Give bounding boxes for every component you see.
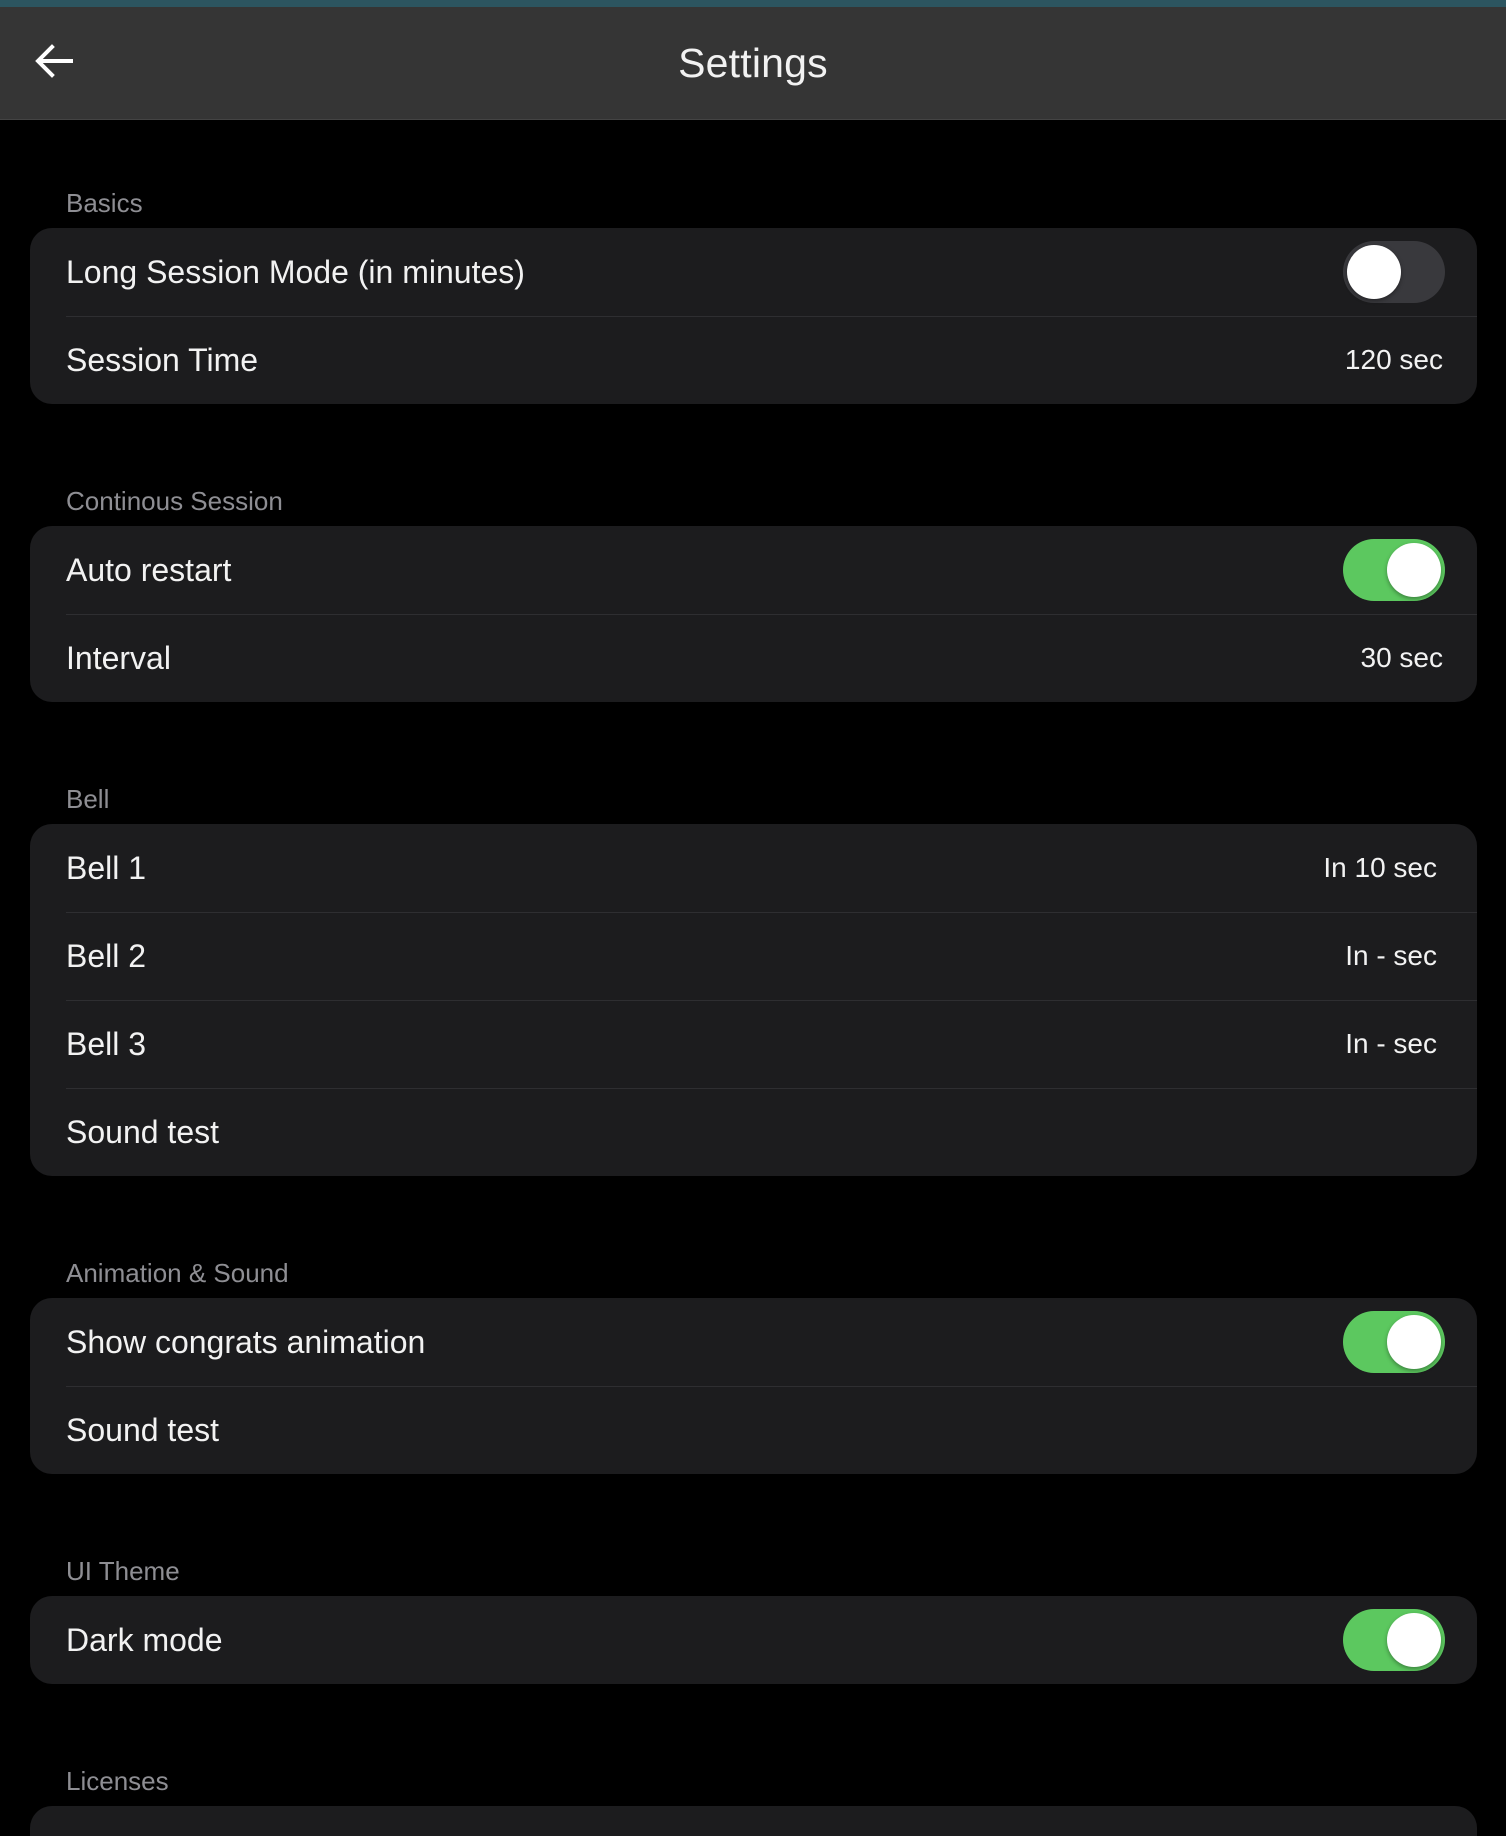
session-time-label: Session Time <box>66 341 259 378</box>
arrow-left-icon <box>35 44 73 78</box>
dark-mode-toggle[interactable] <box>1343 1609 1445 1671</box>
section-label-basics: Basics <box>66 188 143 218</box>
long-session-mode-row[interactable]: Long Session Mode (in minutes) <box>30 228 1477 316</box>
card-basics: Long Session Mode (in minutes) Session T… <box>30 228 1477 404</box>
status-strip <box>0 0 1506 7</box>
bell-1-row[interactable]: Bell 1 In 10 sec <box>30 824 1477 912</box>
toggle-knob <box>1347 245 1401 299</box>
page-title: Settings <box>678 40 828 86</box>
bell-3-row[interactable]: Bell 3 In - sec <box>30 1000 1477 1088</box>
card-bell: Bell 1 In 10 sec Bell 2 In - sec Bell 3 … <box>30 824 1477 1176</box>
card-continuous-session: Auto restart Interval 30 sec <box>30 526 1477 702</box>
toggle-knob <box>1387 1315 1441 1369</box>
auto-restart-row[interactable]: Auto restart <box>30 526 1477 614</box>
session-time-row[interactable]: Session Time 120 sec <box>30 316 1477 404</box>
session-time-value: 120 sec <box>1344 344 1443 375</box>
section-label-ui-theme: UI Theme <box>66 1556 180 1586</box>
card-animation-sound: Show congrats animation Sound test <box>30 1298 1477 1474</box>
long-session-mode-label: Long Session Mode (in minutes) <box>66 253 525 290</box>
auto-restart-label: Auto restart <box>66 551 232 588</box>
dark-mode-label: Dark mode <box>66 1621 223 1658</box>
congrats-animation-toggle[interactable] <box>1343 1311 1445 1373</box>
app-bar: Settings <box>0 7 1506 120</box>
card-ui-theme: Dark mode <box>30 1596 1477 1684</box>
animation-sound-test-label: Sound test <box>66 1411 219 1448</box>
bell-1-value: In 10 sec <box>1323 852 1437 883</box>
interval-row[interactable]: Interval 30 sec <box>30 614 1477 702</box>
bell-3-value: In - sec <box>1345 1028 1437 1059</box>
dark-mode-row[interactable]: Dark mode <box>30 1596 1477 1684</box>
interval-value: 30 sec <box>1360 642 1444 673</box>
long-session-mode-toggle[interactable] <box>1343 241 1445 303</box>
card-licenses[interactable] <box>30 1806 1477 1836</box>
bell-3-label: Bell 3 <box>66 1025 147 1062</box>
bell-1-label: Bell 1 <box>66 849 147 886</box>
section-label-bell: Bell <box>66 784 110 814</box>
toggle-knob <box>1387 543 1441 597</box>
bell-sound-test-row[interactable]: Sound test <box>30 1088 1477 1176</box>
bell-sound-test-label: Sound test <box>66 1113 219 1150</box>
auto-restart-toggle[interactable] <box>1343 539 1445 601</box>
bell-2-row[interactable]: Bell 2 In - sec <box>30 912 1477 1000</box>
animation-sound-test-row[interactable]: Sound test <box>30 1386 1477 1474</box>
interval-label: Interval <box>66 639 171 676</box>
toggle-knob <box>1387 1613 1441 1667</box>
section-label-licenses: Licenses <box>66 1766 169 1796</box>
section-label-continuous-session: Continous Session <box>66 486 283 516</box>
back-button[interactable] <box>24 31 84 91</box>
bell-2-value: In - sec <box>1345 940 1437 971</box>
congrats-animation-label: Show congrats animation <box>66 1323 426 1360</box>
congrats-animation-row[interactable]: Show congrats animation <box>30 1298 1477 1386</box>
section-label-animation-sound: Animation & Sound <box>66 1258 289 1288</box>
bell-2-label: Bell 2 <box>66 937 147 974</box>
